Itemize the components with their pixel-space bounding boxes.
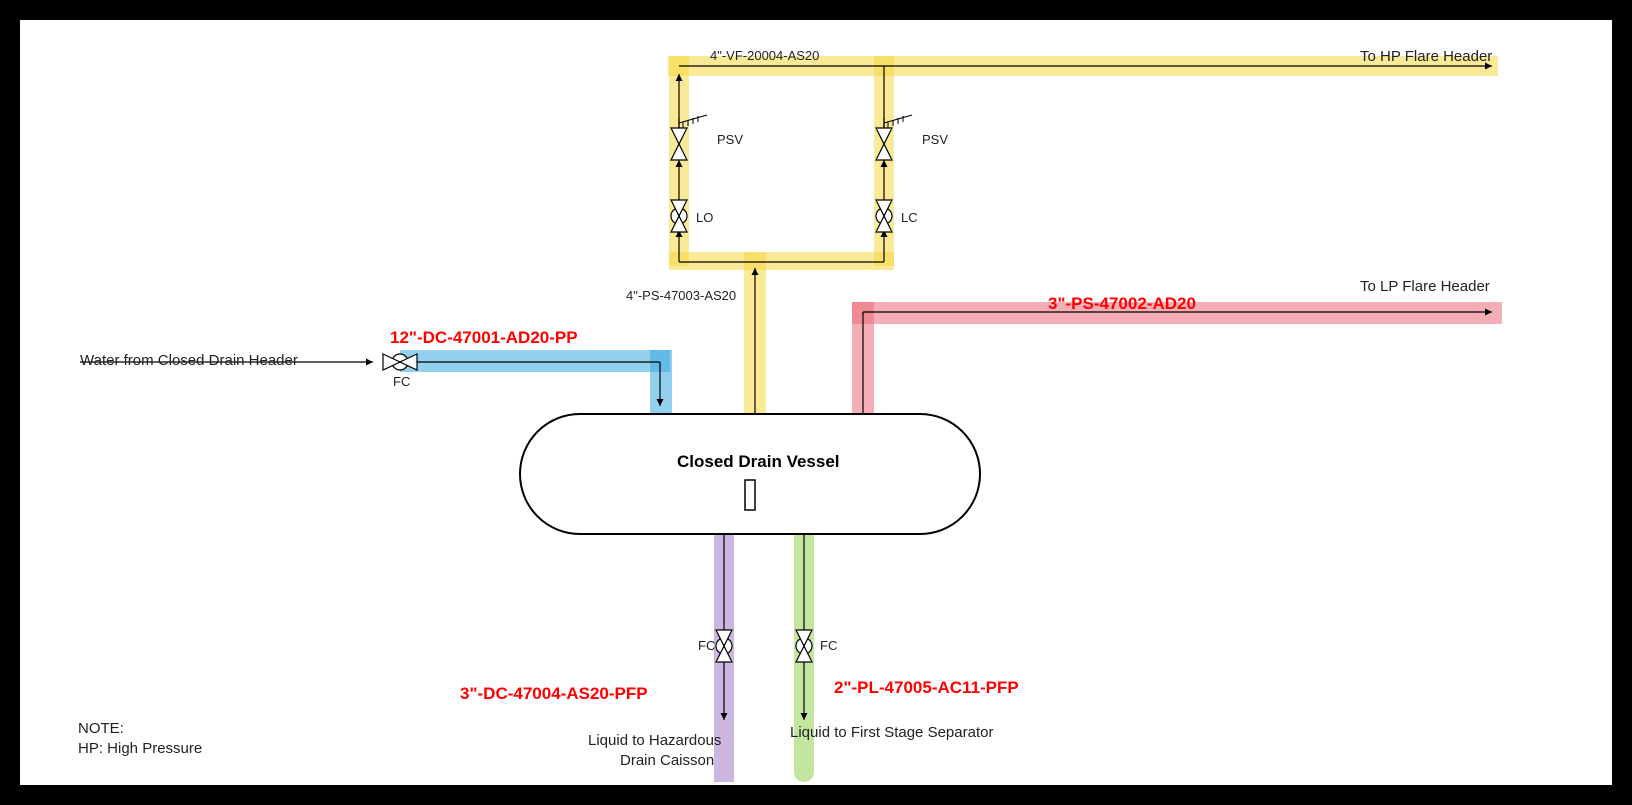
- hp-line-id: 4"-VF-20004-AS20: [710, 48, 819, 63]
- lp-line-id: 3"-PS-47002-AD20: [1048, 294, 1196, 314]
- fc-hazdrain-label: FC: [698, 638, 715, 653]
- separator-line-id: 2"-PL-47005-AC11-PFP: [834, 678, 1019, 698]
- hazdrain-text1: Liquid to Hazardous: [588, 732, 721, 749]
- fc-separator-label: FC: [820, 638, 837, 653]
- highlight-yellow-manifold: [669, 252, 894, 270]
- diagram-canvas: Water from Closed Drain Header FC 12"-DC…: [20, 20, 1612, 785]
- ps-riser-id: 4"-PS-47003-AS20: [626, 288, 736, 303]
- water-inlet-text: Water from Closed Drain Header: [80, 352, 298, 369]
- highlight-blue-horiz: [400, 350, 670, 372]
- psv-right-label: PSV: [922, 132, 948, 147]
- lp-flare-text: To LP Flare Header: [1360, 278, 1490, 295]
- separator-text: Liquid to First Stage Separator: [790, 724, 993, 741]
- hazdrain-text2: Drain Caisson: [620, 752, 714, 769]
- pid-diagram: [20, 20, 1612, 785]
- highlight-yellow-right-vert: [874, 56, 894, 266]
- note-line2: HP: High Pressure: [78, 740, 202, 757]
- highlight-green: [794, 528, 814, 782]
- hp-flare-text: To HP Flare Header: [1360, 48, 1492, 65]
- highlight-yellow-riser: [744, 252, 766, 414]
- psv-left-label: PSV: [717, 132, 743, 147]
- inlet-line-id: 12"-DC-47001-AD20-PP: [390, 328, 578, 348]
- vessel-body: [520, 414, 980, 534]
- lc-label: LC: [901, 210, 918, 225]
- vessel-name: Closed Drain Vessel: [677, 452, 840, 472]
- highlight-yellow-left-vert: [669, 56, 689, 266]
- note-line1: NOTE:: [78, 720, 124, 737]
- highlight-blue-vert: [650, 350, 672, 416]
- hazdrain-line-id: 3"-DC-47004-AS20-PFP: [460, 684, 648, 704]
- lo-label: LO: [696, 210, 713, 225]
- fc-inlet-label: FC: [393, 374, 410, 389]
